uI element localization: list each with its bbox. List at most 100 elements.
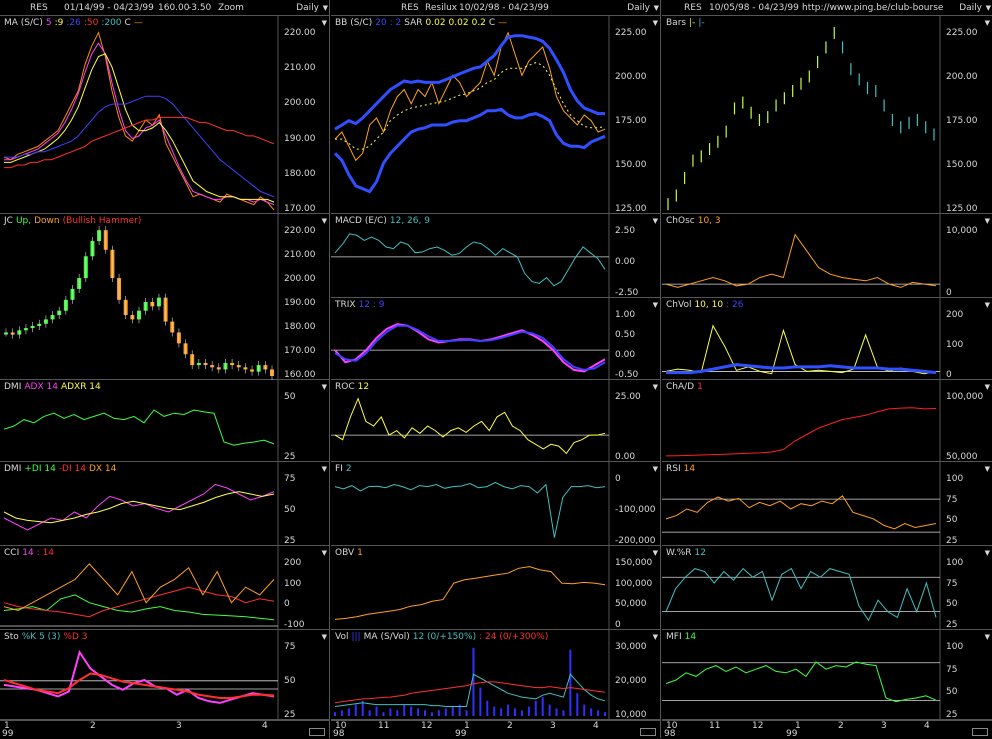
pane-menu-icon[interactable]: ▼ <box>322 549 327 557</box>
y-tick-label: 150.00 <box>946 160 978 170</box>
period-select[interactable]: Daily <box>959 3 982 13</box>
indicator-pane-chad[interactable]: ChA/D 1 ▼ 100,000 50,000 <box>662 380 992 462</box>
legend-item: 12 (0/+150%) <box>412 632 477 642</box>
series-line-14 <box>3 672 275 699</box>
indicator-pane-bb[interactable]: BB (S/C) 20 : 2 SAR 0.02 0.02 0.2 C — ▼ 225.00 200… <box>331 16 660 214</box>
pane-menu-icon[interactable]: ▼ <box>985 19 990 27</box>
indicator-pane-dmi2[interactable]: DMI +DI 14 -DI 14 DX 14 ▼ 75 50 25 <box>0 462 329 546</box>
dropdown-arrow-icon[interactable]: ▼ <box>323 4 328 12</box>
series-line-c <box>3 31 275 211</box>
scroll-zoom-icon[interactable] <box>972 728 988 736</box>
legend-item: |- <box>698 18 705 28</box>
x-tick-label: 11 <box>709 721 721 731</box>
y-tick-label: -100 <box>284 620 305 630</box>
indicator-pane-jc[interactable]: JC Up, Down (Bullish Hammer) ▼ 220.00 210.00 20… <box>0 214 329 380</box>
indicator-pane-wr[interactable]: W.%R 12 ▼ 100 75 50 25 <box>662 546 992 630</box>
y-tick-label: 100 <box>946 474 964 484</box>
pane-plot <box>333 16 610 214</box>
series-line-cha-d <box>665 407 937 457</box>
y-tick-label: 180.00 <box>284 168 316 179</box>
pane-menu-icon[interactable]: ▼ <box>653 383 658 391</box>
series-line-roc <box>334 397 606 455</box>
pane-plot <box>334 546 610 630</box>
pane-plot <box>662 546 941 630</box>
legend-item: — <box>133 18 143 28</box>
pane-menu-icon[interactable]: ▼ <box>985 217 990 225</box>
pane-menu-icon[interactable]: ▼ <box>653 633 658 641</box>
pane-menu-icon[interactable]: ▼ <box>985 383 990 391</box>
pane-menu-icon[interactable]: ▼ <box>322 383 327 391</box>
y-tick-label: 100,000 <box>615 578 653 589</box>
y-tick-label: 50,000 <box>615 599 647 610</box>
pane-menu-icon[interactable]: ▼ <box>985 633 990 641</box>
dropdown-arrow-icon[interactable]: ▼ <box>986 4 991 12</box>
indicator-pane-ma[interactable]: MA (S/C) 5:9:26:50:200 C — ▼ 220.00 210.00 200.… <box>0 16 329 214</box>
pane-legend: ChOsc 10, 3 <box>666 216 724 226</box>
scroll-zoom-icon[interactable] <box>640 728 656 736</box>
pane-menu-icon[interactable]: ▼ <box>985 301 990 309</box>
pane-menu-icon[interactable]: ▼ <box>322 19 327 27</box>
pane-menu-icon[interactable]: ▼ <box>985 549 990 557</box>
indicator-pane-dmi[interactable]: DMI ADX 14 ADXR 14 ▼ 50 25 <box>0 380 329 462</box>
indicator-pane-chvol[interactable]: ChVol 10, 10: 26 ▼ 200 100 0 <box>662 298 992 380</box>
pane-menu-icon[interactable]: ▼ <box>653 301 658 309</box>
indicator-pane-cci[interactable]: CCI 14: 14 ▼ 200 100 0 -100 <box>0 546 329 630</box>
x-tick-label: 2 <box>507 721 513 731</box>
indicator-pane-bars[interactable]: Bars |- |- ▼ 225.00 200.00 175.00 150.00 125.00 <box>662 16 992 214</box>
series-line-rsi <box>665 495 937 530</box>
indicator-pane-rsi[interactable]: RSI 14 ▼ 100 75 50 25 <box>662 462 992 546</box>
legend-item: MACD (E/C) <box>335 216 387 226</box>
indicator-pane-mfi[interactable]: MFI 14 ▼ 100 75 50 25 <box>662 630 992 720</box>
pane-legend: BB (S/C) 20 : 2 SAR 0.02 0.02 0.2 C — <box>335 18 510 28</box>
scroll-zoom-icon[interactable] <box>309 728 325 736</box>
pane-legend: Bars |- |- <box>666 18 708 28</box>
y-tick-label: 125.00 <box>615 204 647 214</box>
period-select[interactable]: Daily <box>627 3 650 13</box>
period-select[interactable]: Daily <box>296 3 319 13</box>
y-tick-label: 0 <box>284 599 290 610</box>
indicator-pane-vol[interactable]: Vol ||| MA (S/Vol) 12 (0/+150%): 24 (0/+300%… <box>331 630 660 720</box>
legend-item: 0.2 <box>471 18 486 28</box>
y-tick-label: 50 <box>946 599 958 610</box>
dropdown-arrow-icon[interactable]: ▼ <box>654 4 659 12</box>
date-range: 01/14/99 - 04/23/99 <box>64 3 154 13</box>
y-tick-label: 210.00 <box>284 250 316 260</box>
series-line-bb-upper <box>334 34 605 131</box>
pane-legend: RSI 14 <box>666 464 698 474</box>
y-tick-label: 50 <box>284 505 296 515</box>
y-tick-label: 0.50 <box>615 330 636 340</box>
pane-menu-icon[interactable]: ▼ <box>322 465 327 473</box>
legend-item: 5 <box>45 18 52 28</box>
pane-plot <box>0 546 279 630</box>
x-tick-label: 3 <box>881 721 887 731</box>
pane-menu-icon[interactable]: ▼ <box>322 217 327 225</box>
pane-menu-icon[interactable]: ▼ <box>653 465 658 473</box>
legend-item: : 24 (0/+300%) <box>479 632 549 642</box>
y-tick-label: 100 <box>946 558 964 568</box>
x-tick-label: 4 <box>593 721 599 731</box>
pane-menu-icon[interactable]: ▼ <box>653 217 658 225</box>
legend-item: ChOsc <box>666 216 695 226</box>
indicator-pane-fi[interactable]: FI 2 ▼ 0 -100,000 -200,000 <box>331 462 660 546</box>
zoom-label[interactable]: Zoom <box>218 3 244 13</box>
indicator-pane-trix[interactable]: TRIX 12 : 9 ▼ 1.00 0.50 0.00 -0.50 <box>331 298 660 380</box>
pane-menu-icon[interactable]: ▼ <box>653 19 658 27</box>
indicator-pane-chosc[interactable]: ChOsc 10, 3 ▼ 10,000 0 <box>662 214 992 298</box>
pane-menu-icon[interactable]: ▼ <box>653 549 658 557</box>
source-url[interactable]: http://www.ping.be/club-bourse <box>802 3 943 13</box>
series-line-mfi <box>665 661 937 703</box>
pane-plot <box>334 630 610 720</box>
indicator-pane-macd[interactable]: MACD (E/C) 12, 26, 9 ▼ 2.50 0.00 -2.50 <box>331 214 660 298</box>
legend-item: Down <box>34 216 60 226</box>
indicator-pane-roc[interactable]: ROC 12 ▼ 25.00 0.00 <box>331 380 660 462</box>
series-line-26 <box>4 95 275 198</box>
indicator-pane-sto[interactable]: Sto %K 5 (3) %D 3 ▼ 75 50 25 <box>0 630 329 720</box>
legend-item: %K 5 (3) <box>21 632 61 642</box>
pane-plot <box>3 380 279 462</box>
chart-column-2: RES Resilux 10/02/98 - 04/23/99 Daily ▼ … <box>331 0 661 739</box>
series-line-9 <box>4 53 275 203</box>
pane-plot <box>331 298 610 380</box>
indicator-pane-obv[interactable]: OBV 1 ▼ 150,000 100,000 50,000 0 <box>331 546 660 630</box>
pane-menu-icon[interactable]: ▼ <box>322 633 327 641</box>
pane-menu-icon[interactable]: ▼ <box>985 465 990 473</box>
